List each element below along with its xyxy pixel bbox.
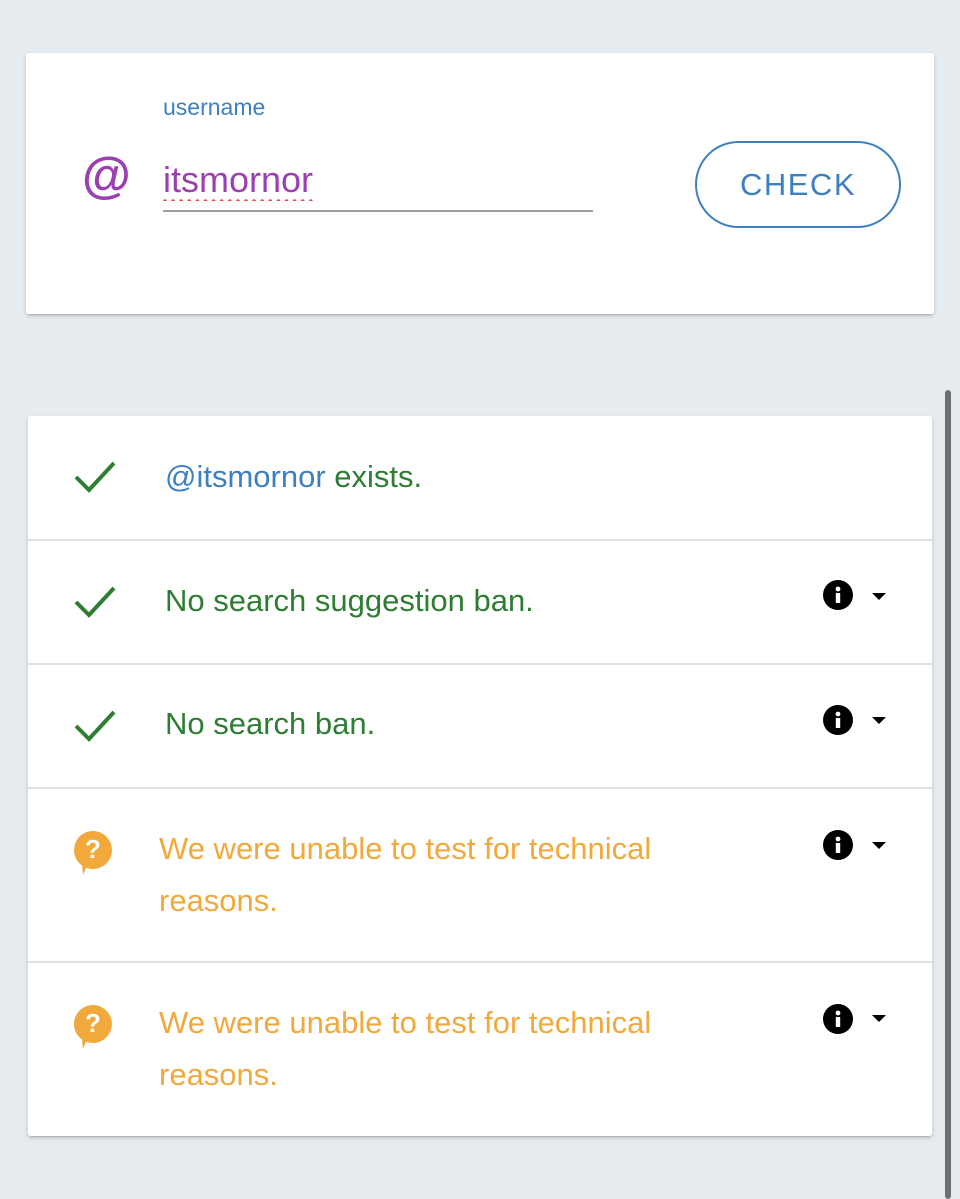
check-icon: [74, 461, 116, 493]
chevron-down-icon[interactable]: [872, 593, 886, 600]
info-icon[interactable]: [823, 1004, 853, 1034]
result-text-line1: We were unable to test for technical: [159, 831, 652, 866]
chevron-down-icon[interactable]: [872, 842, 886, 849]
result-row-unknown: ? We were unable to test for technical r…: [28, 963, 932, 1136]
help-bubble-icon: ?: [73, 831, 112, 875]
info-icon[interactable]: [823, 705, 853, 735]
result-text: @itsmornor exists.: [165, 451, 422, 503]
username-input[interactable]: [163, 150, 593, 212]
results-list: @itsmornor exists. No search suggestion …: [28, 416, 932, 1136]
username-label: username: [163, 94, 266, 120]
result-text: No search ban.: [165, 706, 376, 741]
result-row-search-ban: No search ban.: [28, 665, 932, 789]
exists-text: exists.: [325, 459, 423, 494]
at-symbol-icon: @: [82, 147, 131, 203]
result-row-suggestion-ban: No search suggestion ban.: [28, 541, 932, 665]
check-button[interactable]: CHECK: [695, 141, 901, 228]
result-text: No search suggestion ban.: [165, 583, 534, 618]
result-row-exists: @itsmornor exists.: [28, 416, 932, 541]
result-text-line2: reasons.: [159, 883, 278, 918]
result-text-line2: reasons.: [159, 1057, 278, 1092]
chevron-down-icon[interactable]: [872, 717, 886, 724]
info-icon[interactable]: [823, 830, 853, 860]
result-row-unknown: ? We were unable to test for technical r…: [28, 789, 932, 963]
scrollbar[interactable]: [945, 390, 951, 1199]
info-icon[interactable]: [823, 580, 853, 610]
svg-text:?: ?: [85, 1008, 101, 1038]
result-text-line1: We were unable to test for technical: [159, 1005, 652, 1040]
username-handle: @itsmornor: [165, 459, 326, 494]
check-icon: [74, 710, 116, 742]
svg-text:?: ?: [85, 834, 101, 864]
check-icon: [74, 586, 116, 618]
chevron-down-icon[interactable]: [872, 1015, 886, 1022]
help-bubble-icon: ?: [73, 1005, 112, 1049]
